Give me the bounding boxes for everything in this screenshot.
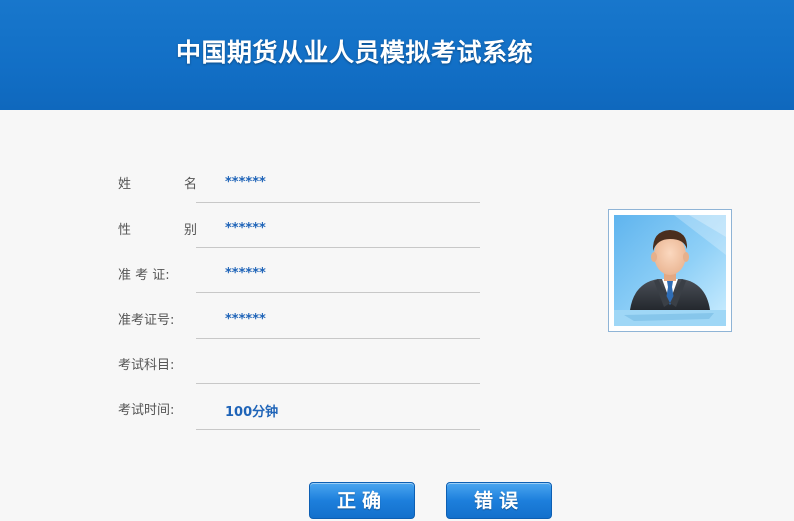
divider [196,338,480,339]
correct-button[interactable]: 正确 [309,482,415,519]
gender-value: ****** [225,221,266,236]
divider [196,247,480,248]
duration-label: 考试时间: [118,403,175,418]
divider [196,202,480,203]
duration-value: 100分钟 [225,405,279,420]
name-value: ****** [225,175,266,190]
divider [196,292,480,293]
header-banner: 中国期货从业人员模拟考试系统 [0,0,794,110]
candidate-photo [608,209,732,332]
divider [196,429,480,430]
person-avatar-icon [614,215,726,326]
subject-label: 考试科目: [118,358,175,373]
page-title: 中国期货从业人员模拟考试系统 [176,38,534,67]
wrong-button[interactable]: 错误 [446,482,552,519]
admission-ticket-label: 准 考 证: [118,268,170,283]
admission-ticket-value: ****** [225,266,266,281]
divider [196,383,480,384]
ticket-number-value: ****** [225,312,266,327]
ticket-number-label: 准考证号: [118,313,175,328]
